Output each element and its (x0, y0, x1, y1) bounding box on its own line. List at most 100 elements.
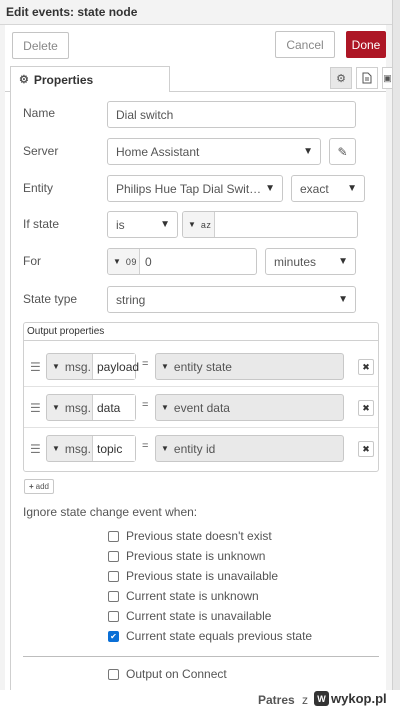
remove-row-button[interactable]: ✖ (358, 359, 374, 375)
dialog-header: Edit events: state node (0, 0, 392, 25)
for-label: For (23, 254, 41, 268)
drag-handle-icon[interactable]: ☰ (30, 401, 41, 415)
caret-down-icon: ▼ (161, 403, 169, 412)
caret-down-icon: ▼ (188, 220, 196, 229)
caret-down-icon: ▼ (113, 257, 121, 266)
if-state-input[interactable]: ▼ a z (182, 211, 358, 238)
for-unit-select[interactable]: minutes ▼ (265, 248, 356, 275)
name-input[interactable]: Dial switch (107, 101, 356, 128)
entity-select[interactable]: Philips Hue Tap Dial Switch ... ▼ (107, 175, 283, 202)
cancel-button[interactable]: Cancel (275, 31, 335, 58)
ignore-option[interactable]: ✔ Current state equals previous state (108, 629, 312, 643)
chevron-down-icon: ▼ (338, 294, 348, 305)
ignore-option-label: Previous state is unavailable (126, 569, 279, 583)
if-state-operator-select[interactable]: is ▼ (107, 211, 178, 238)
close-icon: ✖ (362, 361, 370, 372)
output-on-connect-option[interactable]: Output on Connect (108, 667, 227, 681)
drag-handle-icon[interactable]: ☰ (30, 442, 41, 456)
done-button[interactable]: Done (346, 31, 386, 58)
msg-property-value: payload (92, 354, 139, 379)
name-label: Name (23, 106, 56, 120)
entity-match-select[interactable]: exact ▼ (291, 175, 365, 202)
msg-property-value: topic (92, 436, 135, 461)
plus-icon: + (28, 482, 34, 491)
ignore-option[interactable]: Current state is unknown (108, 589, 259, 603)
ignore-option[interactable]: Previous state is unavailable (108, 569, 278, 583)
gear-icon: ⚙ (19, 74, 29, 86)
document-icon (362, 72, 372, 84)
msg-property-input[interactable]: ▼ msg. topic (46, 435, 136, 462)
msg-prefix: msg. (64, 400, 91, 415)
footer-z: z (302, 693, 308, 707)
entity-label: Entity (23, 181, 54, 195)
output-property-row: ☰ ▼ msg. payload = ▼ entity state ✖ (24, 346, 378, 387)
close-icon: ✖ (362, 402, 370, 413)
type-selector[interactable]: ▼ a z (183, 212, 215, 237)
property-value: entity state (173, 359, 232, 374)
caret-down-icon: ▼ (161, 362, 169, 371)
tab-settings-gear[interactable]: ⚙ (330, 67, 352, 89)
ignore-option[interactable]: Current state is unavailable (108, 609, 271, 623)
server-label: Server (23, 144, 59, 158)
chevron-down-icon: ▼ (338, 256, 348, 267)
ignore-option-label: Current state is unknown (126, 589, 259, 603)
pencil-icon: ✎ (337, 144, 348, 159)
ignore-option[interactable]: Previous state is unknown (108, 549, 265, 563)
property-value-select[interactable]: ▼ event data (155, 394, 344, 421)
checkbox[interactable] (108, 590, 119, 602)
drag-handle-icon[interactable]: ☰ (30, 360, 41, 374)
section-divider (23, 656, 379, 657)
caret-down-icon: ▼ (161, 444, 169, 453)
chevron-down-icon: ▼ (265, 183, 275, 194)
wykop-logo: W wykop.pl (314, 691, 387, 706)
tray-edge (392, 0, 400, 690)
if-state-label: If state (23, 217, 60, 231)
output-property-row: ☰ ▼ msg. topic = ▼ entity id ✖ (24, 428, 378, 469)
wykop-icon: W (314, 691, 329, 706)
tab-properties-label: Properties (33, 72, 94, 87)
ignore-label: Ignore state change event when: (23, 505, 198, 519)
checkbox[interactable] (108, 550, 119, 562)
add-property-button[interactable]: + add (24, 479, 54, 494)
remove-row-button[interactable]: ✖ (358, 400, 374, 416)
server-select[interactable]: Home Assistant ▼ (107, 138, 321, 165)
edit-server-button[interactable]: ✎ (329, 138, 356, 165)
delete-button[interactable]: Delete (12, 32, 69, 59)
name-value: Dial switch (116, 107, 174, 122)
if-state-operator-value: is (116, 217, 125, 232)
chevron-down-icon: ▼ (303, 146, 313, 157)
ignore-option[interactable]: Previous state doesn't exist (108, 529, 272, 543)
equals-sign: = (142, 440, 149, 452)
property-value-select[interactable]: ▼ entity id (155, 435, 344, 462)
state-type-label: State type (23, 292, 78, 306)
property-value-select[interactable]: ▼ entity state (155, 353, 344, 380)
checkbox[interactable] (108, 570, 119, 582)
add-label: add (35, 482, 50, 491)
watermark-footer: Patres z W wykop.pl (0, 690, 400, 711)
tab-description[interactable] (356, 67, 378, 89)
checkbox[interactable] (108, 530, 119, 542)
msg-property-value: data (92, 395, 135, 420)
msg-property-input[interactable]: ▼ msg. payload (46, 353, 139, 380)
for-value: 0 (145, 254, 152, 269)
msg-prefix: msg. (64, 359, 91, 374)
tab-properties[interactable]: ⚙ Properties (10, 66, 170, 93)
number-type-icon: 0 9 (125, 256, 136, 267)
tab-appearance[interactable]: ▣ (382, 67, 392, 89)
checkbox[interactable] (108, 610, 119, 622)
state-type-select[interactable]: string ▼ (107, 286, 356, 313)
checkbox[interactable] (108, 668, 119, 680)
for-input[interactable]: ▼ 0 9 0 (107, 248, 257, 275)
equals-sign: = (142, 358, 149, 370)
remove-row-button[interactable]: ✖ (358, 441, 374, 457)
output-on-connect-label: Output on Connect (126, 667, 227, 681)
output-properties-title: Output properties (27, 326, 105, 337)
checkbox-checked[interactable]: ✔ (108, 630, 119, 642)
equals-sign: = (142, 399, 149, 411)
server-value: Home Assistant (116, 144, 200, 159)
msg-property-input[interactable]: ▼ msg. data (46, 394, 136, 421)
type-selector[interactable]: ▼ 0 9 (108, 249, 140, 274)
output-property-row: ☰ ▼ msg. data = ▼ event data ✖ (24, 387, 378, 428)
entity-value: Philips Hue Tap Dial Switch ... (116, 181, 262, 196)
close-icon: ✖ (362, 443, 370, 454)
